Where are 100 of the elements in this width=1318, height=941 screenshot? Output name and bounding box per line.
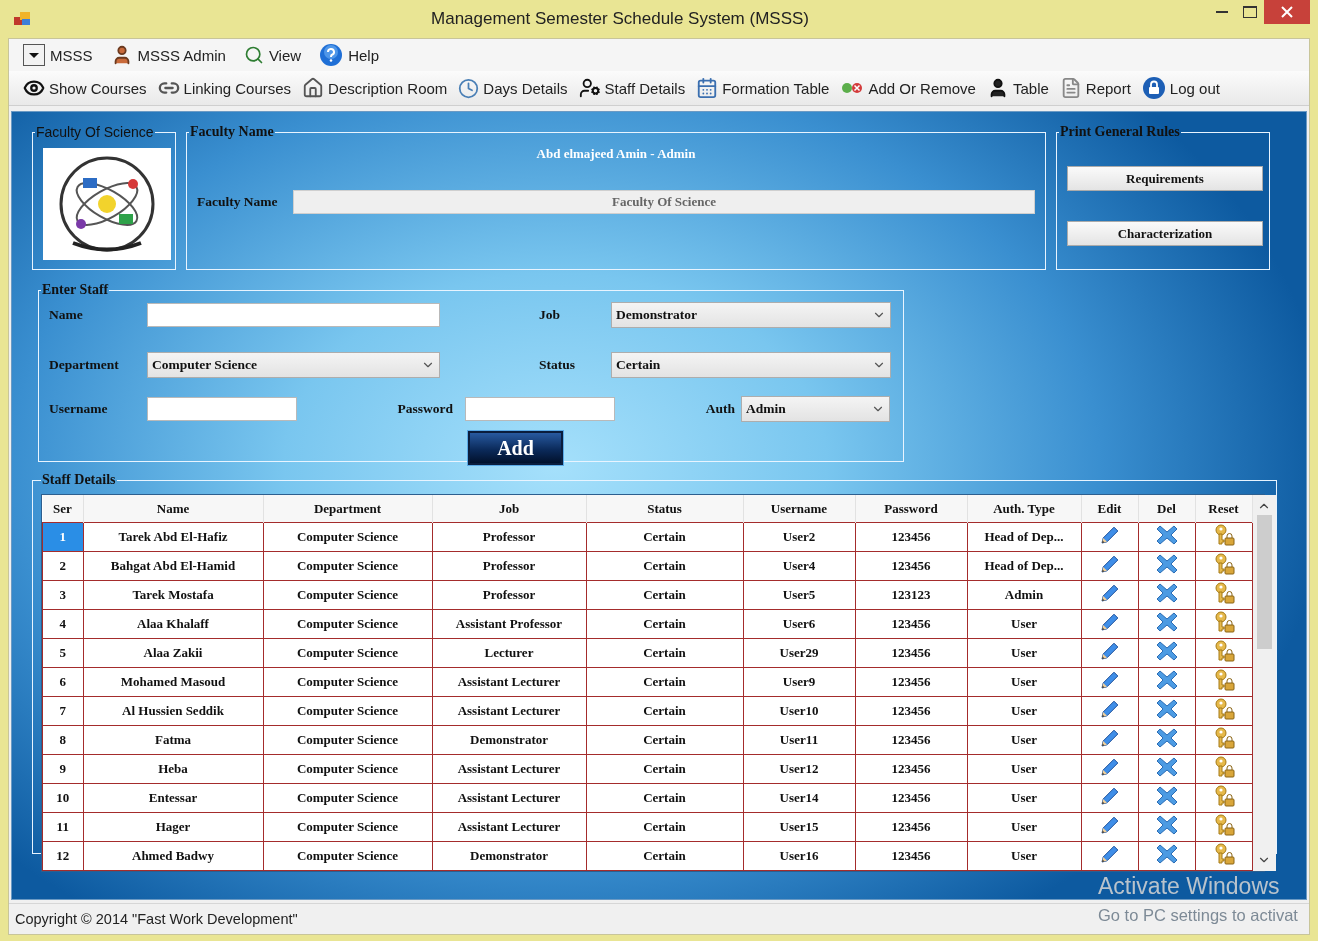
toolbar-item[interactable]: Table (1012, 79, 1049, 97)
table-cell: Computer Science (263, 812, 432, 842)
menu-item[interactable]: MSSS Admin (137, 46, 226, 64)
field-label: Status (539, 357, 576, 373)
row-number[interactable]: 11 (42, 812, 83, 842)
column-header[interactable]: Edit (1081, 495, 1138, 523)
toolbar-item[interactable]: Report (1085, 79, 1131, 97)
table-cell: 123456 (855, 609, 967, 639)
table-cell: Computer Science (263, 841, 432, 871)
row-number[interactable]: 6 (42, 667, 83, 697)
user-gear-icon (578, 77, 601, 99)
activation-title: Activate Windows (1098, 873, 1281, 900)
delete-icon (1154, 813, 1179, 837)
toolbar-item[interactable]: Days Details (483, 79, 568, 97)
table-cell: Computer Science (263, 725, 432, 755)
help-icon (319, 43, 344, 67)
username-input[interactable] (147, 397, 297, 421)
column-header[interactable]: Ser (42, 495, 83, 523)
auth-select[interactable]: Admin (741, 396, 890, 422)
table-cell: Computer Science (263, 696, 432, 726)
table-cell: User15 (743, 812, 855, 842)
table-cell: 123456 (855, 812, 967, 842)
menu-item[interactable]: View (268, 46, 302, 64)
delete-icon (1154, 639, 1179, 663)
delete-icon (1154, 842, 1179, 866)
row-number[interactable]: 3 (42, 580, 83, 610)
table-cell: 123456 (855, 725, 967, 755)
close-button[interactable] (1264, 0, 1310, 24)
row-number[interactable]: 8 (42, 725, 83, 755)
maximize-icon (1243, 6, 1257, 18)
row-number[interactable]: 2 (42, 551, 83, 581)
lock-icon (1141, 76, 1166, 100)
toolbar-item[interactable]: Description Room (328, 79, 448, 97)
row-number[interactable]: 9 (42, 754, 83, 784)
job-select[interactable]: Demonstrator (611, 302, 891, 328)
dropdown-icon (23, 44, 45, 66)
column-header[interactable]: Del (1138, 495, 1195, 523)
column-header[interactable]: Password (855, 495, 967, 523)
table-cell: Admin (967, 580, 1081, 610)
table-cell: 123456 (855, 841, 967, 871)
activation-subtitle: Go to PC settings to activat (1098, 906, 1298, 925)
table-cell: Certain (586, 609, 743, 639)
scrollbar[interactable] (1252, 495, 1276, 871)
delete-icon (1154, 552, 1179, 576)
column-header[interactable]: Username (743, 495, 855, 523)
toolbar-item[interactable]: Log out (1169, 79, 1220, 97)
group-title: Faculty Of Science (35, 124, 155, 140)
toolbar-item[interactable]: Linking Courses (183, 79, 292, 97)
table-cell: 123456 (855, 551, 967, 581)
department-select[interactable]: Computer Science (147, 352, 440, 378)
table-cell: Computer Science (263, 783, 432, 813)
table-cell: Certain (586, 522, 743, 552)
calendar-icon (696, 77, 719, 99)
table-cell: Demonstrator (432, 725, 586, 755)
password-input[interactable] (465, 397, 615, 421)
column-header[interactable]: Status (586, 495, 743, 523)
column-header[interactable]: Job (432, 495, 586, 523)
table-cell: Professor (432, 551, 586, 581)
column-header[interactable]: Department (263, 495, 432, 523)
table-cell: Certain (586, 580, 743, 610)
status-select[interactable]: Certain (611, 352, 891, 378)
table-cell: User4 (743, 551, 855, 581)
table-cell: User29 (743, 638, 855, 668)
table-cell: User2 (743, 522, 855, 552)
row-number[interactable]: 12 (42, 841, 83, 871)
rule-button[interactable]: Requirements (1067, 166, 1263, 191)
toolbar-item[interactable]: Formation Table (722, 79, 830, 97)
app-icon (14, 11, 32, 27)
rule-button[interactable]: Characterization (1067, 221, 1263, 246)
table-cell: 123456 (855, 667, 967, 697)
table-cell: Hager (83, 812, 263, 842)
row-number[interactable]: 10 (42, 783, 83, 813)
table-cell: Assistant Lecturer (432, 696, 586, 726)
menu-item[interactable]: MSSS (50, 46, 93, 64)
name-input[interactable] (147, 303, 440, 327)
field-label: Department (49, 357, 120, 373)
row-number[interactable]: 4 (42, 609, 83, 639)
close-icon (1281, 6, 1293, 18)
row-number[interactable]: 7 (42, 696, 83, 726)
search-icon (243, 45, 264, 65)
table-cell: Mohamed Masoud (83, 667, 263, 697)
column-header[interactable]: Name (83, 495, 263, 523)
table-cell: Assistant Lecturer (432, 812, 586, 842)
toolbar-item[interactable]: Staff Details (604, 79, 686, 97)
table-cell: User6 (743, 609, 855, 639)
table-cell: Assistant Lecturer (432, 783, 586, 813)
toolbar-item[interactable]: Show Courses (49, 79, 147, 97)
add-button[interactable]: Add (467, 430, 564, 466)
row-number[interactable]: 5 (42, 638, 83, 668)
column-header[interactable]: Reset (1195, 495, 1252, 523)
table-cell: User9 (743, 667, 855, 697)
table-cell: Certain (586, 667, 743, 697)
delete-icon (1154, 697, 1179, 721)
field-label: Password (396, 401, 454, 417)
table-cell: User (967, 667, 1081, 697)
column-header[interactable]: Auth. Type (967, 495, 1081, 523)
scrollbar-thumb[interactable] (1256, 515, 1272, 649)
menu-item[interactable]: Help (348, 46, 379, 64)
table-cell: Ahmed Badwy (83, 841, 263, 871)
toolbar-item[interactable]: Add Or Remove (868, 79, 976, 97)
